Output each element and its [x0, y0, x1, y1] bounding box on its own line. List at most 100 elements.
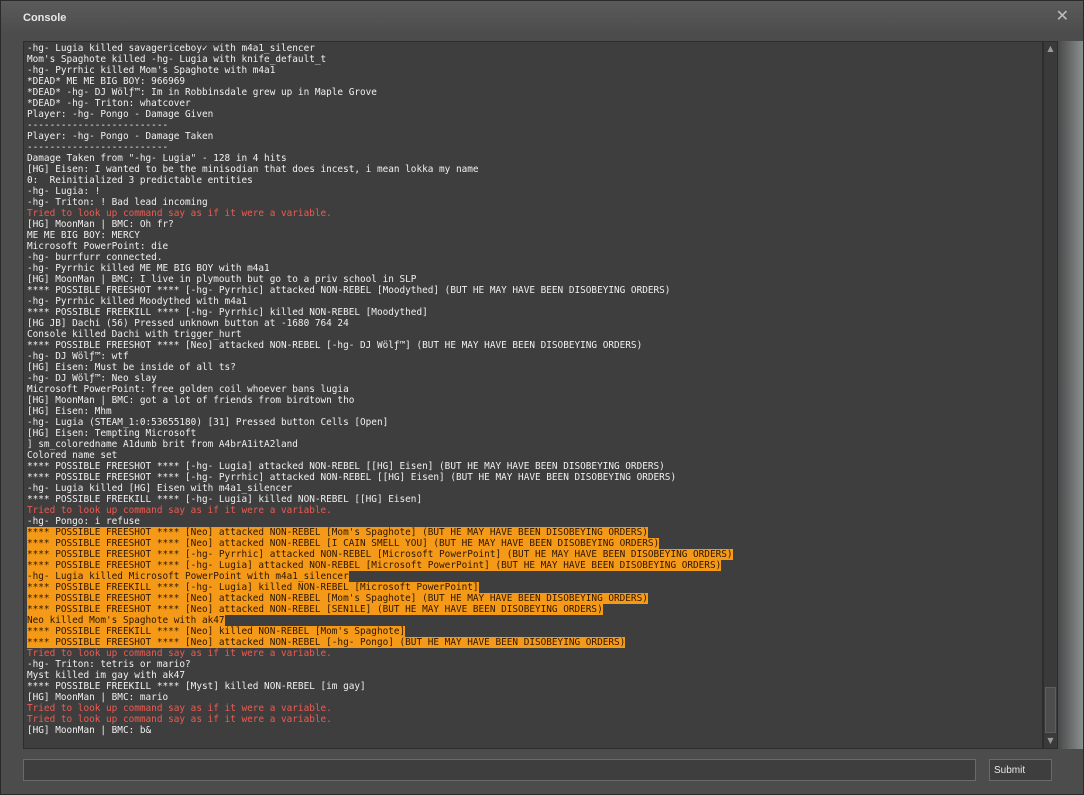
log-line: -------------------------	[27, 142, 1042, 153]
log-line-text: Myst killed im gay with ak47	[27, 670, 186, 681]
log-line: -hg- Pyrrhic killed ME ME BIG BOY with m…	[27, 263, 1042, 274]
log-line-text: -------------------------	[27, 142, 169, 153]
title-bar[interactable]: Console ✕	[1, 1, 1083, 35]
log-line-text: -hg- Triton: tetris or mario?	[27, 659, 191, 670]
log-line-text: Tried to look up command say as if it we…	[27, 505, 332, 516]
close-icon[interactable]: ✕	[1056, 9, 1069, 25]
log-line-text: **** POSSIBLE FREESHOT **** [Neo] attack…	[27, 538, 660, 549]
log-line: -hg- Pongo: i refuse	[27, 516, 1042, 527]
log-line: [HG] MoonMan | BMC: Oh fr?	[27, 219, 1042, 230]
log-line-text: [HG] MoonMan | BMC: b&	[27, 725, 152, 736]
log-line-text: -hg- Lugia (STEAM_1:0:53655180) [31] Pre…	[27, 417, 389, 428]
log-line: **** POSSIBLE FREESHOT **** [-hg- Pyrrhi…	[27, 472, 1042, 483]
log-line-text: Console killed Dachi with trigger_hurt	[27, 329, 242, 340]
log-line-text: Damage Taken from "-hg- Lugia" - 128 in …	[27, 153, 287, 164]
log-line: Mom's Spaghote killed -hg- Lugia with kn…	[27, 54, 1042, 65]
log-line: **** POSSIBLE FREESHOT **** [Neo] attack…	[27, 340, 1042, 351]
log-line: **** POSSIBLE FREESHOT **** [-hg- Pyrrhi…	[27, 549, 1042, 560]
log-line: 0: Reinitialized 3 predictable entities	[27, 175, 1042, 186]
log-line: [HG] MoonMan | BMC: b&	[27, 725, 1042, 736]
log-line-text: **** POSSIBLE FREESHOT **** [-hg- Lugia]…	[27, 560, 722, 571]
log-line-text: [HG] Eisen: I wanted to be the minisodia…	[27, 164, 479, 175]
log-line-text: *DEAD* -hg- Triton: whatcover	[27, 98, 191, 109]
log-line-text: -hg- Lugia killed Microsoft PowerPoint w…	[27, 571, 349, 582]
scrollbar-thumb[interactable]	[1045, 687, 1056, 733]
log-line: -hg- burrfurr connected.	[27, 252, 1042, 263]
log-line-text: [HG JB] Dachi (56) Pressed unknown butto…	[27, 318, 349, 329]
console-output: -hg- Lugia killed savagericeboy✓ with m4…	[23, 41, 1043, 749]
log-line: Player: -hg- Pongo - Damage Taken	[27, 131, 1042, 142]
log-line: **** POSSIBLE FREESHOT **** [Neo] attack…	[27, 604, 1042, 615]
log-line-text: -hg- DJ Wölƒ™: wtf	[27, 351, 129, 362]
log-line-text: Player: -hg- Pongo - Damage Taken	[27, 131, 214, 142]
log-line: **** POSSIBLE FREESHOT **** [Neo] attack…	[27, 538, 1042, 549]
log-line: *DEAD* -hg- Triton: whatcover	[27, 98, 1042, 109]
log-line-text: *DEAD* -hg- DJ Wölƒ™: Im in Robbinsdale …	[27, 87, 377, 98]
log-line-text: **** POSSIBLE FREESHOT **** [-hg- Lugia]…	[27, 461, 665, 472]
log-line: -hg- Lugia: !	[27, 186, 1042, 197]
log-line-text: -hg- Pyrrhic killed ME ME BIG BOY with m…	[27, 263, 270, 274]
log-line-text: [HG] Eisen: Must be inside of all ts?	[27, 362, 236, 373]
scroll-up-arrow-icon[interactable]: ▲	[1044, 42, 1057, 56]
log-line: Damage Taken from "-hg- Lugia" - 128 in …	[27, 153, 1042, 164]
log-line-text: **** POSSIBLE FREESHOT **** [Neo] attack…	[27, 527, 648, 538]
log-line-text: -------------------------	[27, 120, 169, 131]
log-line-text: **** POSSIBLE FREEKILL **** [-hg- Lugia]…	[27, 582, 479, 593]
log-line: -hg- Triton: tetris or mario?	[27, 659, 1042, 670]
log-line-text: 0: Reinitialized 3 predictable entities	[27, 175, 253, 186]
log-line-text: [HG] MoonMan | BMC: mario	[27, 692, 169, 703]
log-line-text: -hg- Lugia: !	[27, 186, 101, 197]
log-line-text: [HG] MoonMan | BMC: I live in plymouth b…	[27, 274, 417, 285]
log-line: ME ME BIG BOY: MERCY	[27, 230, 1042, 241]
log-line-text: [HG] MoonMan | BMC: Oh fr?	[27, 219, 174, 230]
log-line: [HG] Eisen: I wanted to be the minisodia…	[27, 164, 1042, 175]
log-line-text: Tried to look up command say as if it we…	[27, 714, 332, 725]
log-line: Tried to look up command say as if it we…	[27, 703, 1042, 714]
log-line: -hg- Lugia killed Microsoft PowerPoint w…	[27, 571, 1042, 582]
scroll-down-arrow-icon[interactable]: ▼	[1044, 734, 1057, 748]
console-window: Console ✕ -hg- Lugia killed savagericebo…	[0, 0, 1084, 795]
log-line: Player: -hg- Pongo - Damage Given	[27, 109, 1042, 120]
submit-button[interactable]: Submit	[989, 759, 1052, 781]
log-line: [HG] MoonMan | BMC: mario	[27, 692, 1042, 703]
log-line: Microsoft PowerPoint: die	[27, 241, 1042, 252]
scrollbar[interactable]: ▲ ▼	[1043, 41, 1058, 749]
log-line: **** POSSIBLE FREESHOT **** [Neo] attack…	[27, 527, 1042, 538]
log-line: *DEAD* ME ME BIG BOY: 966969	[27, 76, 1042, 87]
log-line-text: -hg- burrfurr connected.	[27, 252, 163, 263]
log-line-text: Tried to look up command say as if it we…	[27, 648, 332, 659]
log-line-text: **** POSSIBLE FREESHOT **** [Neo] attack…	[27, 637, 626, 648]
log-line: **** POSSIBLE FREEKILL **** [-hg- Lugia]…	[27, 494, 1042, 505]
log-line-text: -hg- DJ Wölƒ™: Neo slay	[27, 373, 157, 384]
log-line: [HG] Eisen: Mhm	[27, 406, 1042, 417]
log-line: **** POSSIBLE FREESHOT **** [Neo] attack…	[27, 637, 1042, 648]
command-input[interactable]	[23, 759, 976, 781]
log-line-text: -hg- Pyrrhic killed Moodythed with m4a1	[27, 296, 248, 307]
log-line: -hg- Pyrrhic killed Mom's Spaghote with …	[27, 65, 1042, 76]
log-line: Tried to look up command say as if it we…	[27, 208, 1042, 219]
log-line: -hg- Lugia killed [HG] Eisen with m4a1_s…	[27, 483, 1042, 494]
log-line: -------------------------	[27, 120, 1042, 131]
log-line: Neo killed Mom's Spaghote with ak47	[27, 615, 1042, 626]
log-line: [HG] Eisen: Must be inside of all ts?	[27, 362, 1042, 373]
log-line: [HG] MoonMan | BMC: got a lot of friends…	[27, 395, 1042, 406]
log-line: [HG] MoonMan | BMC: I live in plymouth b…	[27, 274, 1042, 285]
log-line-text: [HG] MoonMan | BMC: got a lot of friends…	[27, 395, 355, 406]
log-line-text: -hg- Triton: ! Bad lead incoming	[27, 197, 208, 208]
log-line-text: [HG] Eisen: Mhm	[27, 406, 112, 417]
log-line: *DEAD* -hg- DJ Wölƒ™: Im in Robbinsdale …	[27, 87, 1042, 98]
log-line: **** POSSIBLE FREESHOT **** [-hg- Lugia]…	[27, 461, 1042, 472]
log-line-text: -hg- Lugia killed savagericeboy✓ with m4…	[27, 43, 315, 54]
background-strip	[1059, 41, 1083, 749]
log-line-text: [HG] Eisen: Tempting Microsoft	[27, 428, 197, 439]
log-line: -hg- DJ Wölƒ™: Neo slay	[27, 373, 1042, 384]
log-line-text: -hg- Pongo: i refuse	[27, 516, 140, 527]
log-line: **** POSSIBLE FREEKILL **** [Myst] kille…	[27, 681, 1042, 692]
log-line-text: Player: -hg- Pongo - Damage Given	[27, 109, 214, 120]
log-line: **** POSSIBLE FREESHOT **** [Neo] attack…	[27, 593, 1042, 604]
log-line: **** POSSIBLE FREESHOT **** [-hg- Pyrrhi…	[27, 285, 1042, 296]
log-line: Console killed Dachi with trigger_hurt	[27, 329, 1042, 340]
log-line-text: -hg- Pyrrhic killed Mom's Spaghote with …	[27, 65, 276, 76]
log-line-text: Microsoft PowerPoint: die	[27, 241, 169, 252]
log-line: Microsoft PowerPoint: free golden coil w…	[27, 384, 1042, 395]
